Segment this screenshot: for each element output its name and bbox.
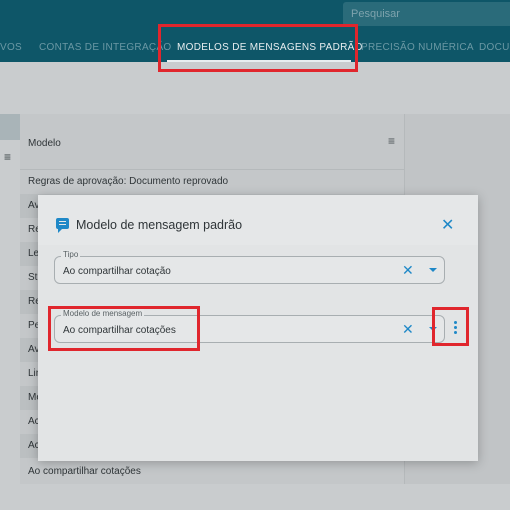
tipo-value: Ao compartilhar cotação <box>63 266 171 277</box>
tipo-clear-icon[interactable]: ✕ <box>402 262 414 279</box>
list-item[interactable]: Ao compartilhar cotações <box>20 460 404 484</box>
highlight-box-modelo-field <box>48 306 200 351</box>
tipo-select[interactable]: Tipo Ao compartilhar cotação ✕ <box>54 250 445 284</box>
dialog-header: Modelo de mensagem padrão ✕ <box>38 195 478 245</box>
tab-contas-de-integracao[interactable]: CONTAS DE INTEGRAÇÃO <box>39 42 172 53</box>
tab-partial-left[interactable]: VOS <box>0 42 22 53</box>
list-header: Modelo ≡ <box>20 114 404 170</box>
left-sidebar-selected[interactable] <box>0 114 20 140</box>
tipo-label: Tipo <box>61 250 81 259</box>
close-icon[interactable]: ✕ <box>441 215 454 235</box>
search-input[interactable]: Pesquisar <box>343 2 510 26</box>
search-placeholder: Pesquisar <box>351 8 400 20</box>
column-title: Modelo <box>28 138 61 149</box>
tipo-chevron-down-icon[interactable] <box>429 268 437 272</box>
chat-icon <box>56 218 69 233</box>
list-item[interactable]: Regras de aprovação: Documento reprovado <box>20 170 404 194</box>
column-menu-icon[interactable]: ≡ <box>388 134 395 148</box>
tab-docu[interactable]: DOCU <box>479 42 510 53</box>
dialog-body: Tipo Ao compartilhar cotação ✕ Modelo de… <box>38 245 478 461</box>
dialog-title: Modelo de mensagem padrão <box>76 218 243 232</box>
highlight-box-more-options <box>432 307 469 346</box>
highlight-box-tab <box>158 24 358 72</box>
tab-precisao-numerica[interactable]: PRECISÃO NUMÉRICA <box>361 42 474 53</box>
modelo-clear-icon[interactable]: ✕ <box>402 321 414 338</box>
left-menu-icon[interactable]: ≡ <box>4 150 11 164</box>
